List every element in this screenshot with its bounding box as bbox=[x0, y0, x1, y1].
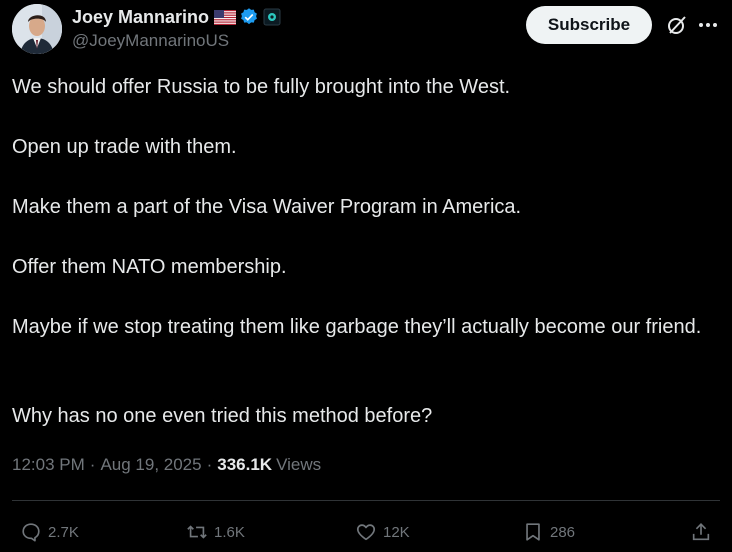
views-count: 336.1K bbox=[217, 455, 273, 474]
tweet-paragraph: Make them a part of the Visa Waiver Prog… bbox=[12, 196, 522, 218]
reply-count: 2.7K bbox=[48, 523, 79, 541]
us-flag-icon bbox=[214, 9, 237, 25]
tweet-meta: 12:03 PM · Aug 19, 2025 · 336.1K Views bbox=[12, 455, 321, 475]
handle[interactable]: @JoeyMannarinoUS bbox=[72, 31, 281, 51]
more-options-icon[interactable] bbox=[696, 14, 720, 36]
action-bar: 2.7K 1.6K 12K 286 bbox=[0, 514, 732, 550]
tweet-paragraph: Offer them NATO membership. bbox=[12, 256, 287, 278]
tweet-header: Joey Mannarino @JoeyMannarinoUS Subscrib… bbox=[12, 4, 720, 56]
repost-icon bbox=[187, 525, 207, 539]
like-button[interactable]: 12K bbox=[355, 514, 410, 550]
reply-button[interactable]: 2.7K bbox=[20, 514, 79, 550]
affiliation-badge-icon bbox=[263, 8, 281, 26]
tweet-paragraph: Maybe if we stop treating them like garb… bbox=[12, 316, 702, 338]
bookmark-button[interactable]: 286 bbox=[522, 514, 575, 550]
divider bbox=[12, 500, 720, 501]
bookmark-icon bbox=[526, 523, 540, 541]
share-icon bbox=[692, 523, 710, 541]
display-name[interactable]: Joey Mannarino bbox=[72, 7, 209, 28]
avatar[interactable] bbox=[12, 4, 62, 54]
tweet-date[interactable]: Aug 19, 2025 bbox=[100, 455, 201, 475]
views-label: Views bbox=[276, 455, 322, 474]
reply-icon bbox=[22, 523, 40, 542]
share-button[interactable] bbox=[690, 514, 718, 550]
repost-count: 1.6K bbox=[214, 523, 245, 541]
tweet-time[interactable]: 12:03 PM bbox=[12, 455, 85, 475]
like-count: 12K bbox=[383, 523, 410, 541]
subscribe-button[interactable]: Subscribe bbox=[526, 6, 652, 44]
tweet-paragraph: Open up trade with them. bbox=[12, 136, 237, 158]
verified-badge-icon bbox=[241, 8, 257, 25]
bookmark-count: 286 bbox=[550, 523, 576, 541]
meta-separator: · bbox=[206, 455, 213, 474]
heart-icon bbox=[356, 524, 376, 541]
tweet-paragraph: Why has no one even tried this method be… bbox=[12, 405, 433, 427]
meta-separator: · bbox=[89, 455, 96, 474]
repost-button[interactable]: 1.6K bbox=[186, 514, 245, 550]
tweet-paragraph: We should offer Russia to be fully broug… bbox=[12, 76, 511, 98]
grok-icon[interactable] bbox=[666, 14, 688, 36]
